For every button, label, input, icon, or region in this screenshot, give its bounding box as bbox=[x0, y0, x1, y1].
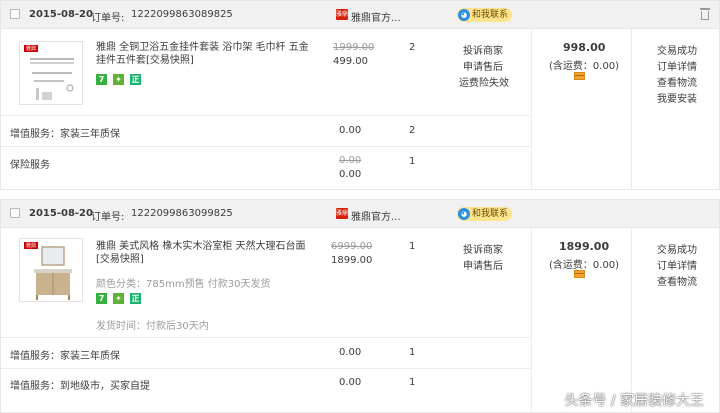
service-label: 保险服务 bbox=[10, 160, 50, 171]
shop-logo-icon: 雅鼎 bbox=[336, 9, 349, 20]
ship-time: 发货时间：付款后30天内 bbox=[96, 321, 209, 332]
order-total: 998.00 bbox=[563, 41, 606, 54]
service-price: 0.00 bbox=[339, 125, 362, 136]
seven-day-return-icon: 7 bbox=[96, 74, 107, 85]
apply-after-sales-link[interactable]: 申请售后 bbox=[463, 58, 503, 73]
product-title-link[interactable]: 雅鼎 美式风格 橡木实木浴室柜 天然大理石台面[交易快照] bbox=[96, 240, 311, 266]
view-logistics-link[interactable]: 查看物流 bbox=[657, 74, 697, 89]
authentic-icon: 正 bbox=[130, 74, 141, 85]
order-number-label: 订单号: bbox=[91, 212, 125, 223]
chat-icon: ◕ bbox=[458, 208, 470, 220]
order-header: 2015-08-20 订单号: 1222099863089825 雅鼎 雅鼎官方… bbox=[1, 1, 719, 29]
service-price: 0.00 bbox=[339, 377, 362, 388]
guarantee-icon: ✦ bbox=[113, 293, 124, 304]
shop-name-link[interactable]: 雅鼎官方... bbox=[351, 208, 401, 223]
service-quantity: 1 bbox=[409, 156, 416, 167]
order-card: 2015-08-20 订单号: 1222099863099825 雅鼎 雅鼎官方… bbox=[0, 199, 720, 413]
order-detail-link[interactable]: 订单详情 bbox=[657, 58, 697, 73]
request-install-link[interactable]: 我要安装 bbox=[657, 90, 697, 105]
brand-mark: 雅鼎 bbox=[24, 242, 39, 249]
guarantee-icon: ✦ bbox=[113, 74, 124, 85]
order-date: 2015-08-20 bbox=[29, 208, 93, 219]
order-total: 1899.00 bbox=[559, 240, 610, 253]
service-original-price: 0.00 bbox=[339, 155, 362, 166]
contact-label: 和我联系 bbox=[472, 10, 509, 20]
service-price: 0.00 bbox=[339, 169, 362, 180]
service-quantity: 2 bbox=[409, 125, 416, 136]
authentic-icon: 正 bbox=[130, 293, 141, 304]
product-title-link[interactable]: 雅鼎 全铜卫浴五金挂件套装 浴巾架 毛巾杆 五金挂件五件套[交易快照] bbox=[96, 41, 311, 67]
service-quantity: 1 bbox=[409, 347, 416, 358]
order-number: 1222099863089825 bbox=[131, 9, 233, 20]
order-number: 1222099863099825 bbox=[131, 208, 233, 219]
watermark-text: 头条号 / 家居装修大王 bbox=[564, 393, 704, 409]
order-select-checkbox[interactable] bbox=[10, 208, 20, 218]
trade-status-link[interactable]: 交易成功 bbox=[657, 241, 697, 256]
order-header: 2015-08-20 订单号: 1222099863099825 雅鼎 雅鼎官方… bbox=[1, 200, 719, 228]
shop-logo-icon: 雅鼎 bbox=[336, 208, 349, 219]
trade-status-link[interactable]: 交易成功 bbox=[657, 42, 697, 57]
apply-after-sales-link[interactable]: 申请售后 bbox=[463, 257, 503, 272]
service-label: 增值服务：到地级市，买家自提 bbox=[10, 381, 150, 392]
order-detail-link[interactable]: 订单详情 bbox=[657, 257, 697, 272]
contact-seller-button[interactable]: ◕ 和我联系 bbox=[457, 8, 513, 22]
shipping-fee: (含运费：0.00) bbox=[549, 61, 620, 72]
unit-price: 499.00 bbox=[333, 56, 368, 67]
original-price: 6999.00 bbox=[331, 241, 373, 252]
complain-seller-link[interactable]: 投诉商家 bbox=[463, 241, 503, 256]
order-date: 2015-08-20 bbox=[29, 9, 93, 20]
payment-card-icon bbox=[574, 72, 585, 80]
quantity: 2 bbox=[409, 42, 416, 53]
delete-order-icon[interactable] bbox=[700, 8, 710, 20]
original-price: 1999.00 bbox=[333, 42, 375, 53]
seven-day-return-icon: 7 bbox=[96, 293, 107, 304]
product-thumbnail[interactable]: 雅鼎 bbox=[19, 238, 83, 302]
service-label: 增值服务：家装三年质保 bbox=[10, 129, 120, 140]
sku-spec: 颜色分类：785mm预售 付款30天发货 bbox=[96, 279, 271, 290]
unit-price: 1899.00 bbox=[331, 255, 373, 266]
contact-seller-button[interactable]: ◕ 和我联系 bbox=[457, 207, 513, 221]
complain-seller-link[interactable]: 投诉商家 bbox=[463, 42, 503, 57]
service-label: 增值服务：家装三年质保 bbox=[10, 351, 120, 362]
service-quantity: 1 bbox=[409, 377, 416, 388]
view-logistics-link[interactable]: 查看物流 bbox=[657, 273, 697, 288]
quantity: 1 bbox=[409, 241, 416, 252]
order-card: 2015-08-20 订单号: 1222099863089825 雅鼎 雅鼎官方… bbox=[0, 0, 720, 190]
order-select-checkbox[interactable] bbox=[10, 9, 20, 19]
brand-mark: 雅鼎 bbox=[24, 45, 39, 52]
shop-name-link[interactable]: 雅鼎官方... bbox=[351, 9, 401, 24]
shipping-fee: (含运费：0.00) bbox=[549, 260, 620, 271]
order-number-label: 订单号: bbox=[91, 13, 125, 24]
product-thumbnail[interactable]: 雅鼎 bbox=[19, 41, 83, 105]
service-price: 0.00 bbox=[339, 347, 362, 358]
contact-label: 和我联系 bbox=[472, 209, 509, 219]
chat-icon: ◕ bbox=[458, 9, 470, 21]
shipping-insurance-status: 运费险失效 bbox=[459, 78, 509, 89]
payment-card-icon bbox=[574, 270, 585, 278]
